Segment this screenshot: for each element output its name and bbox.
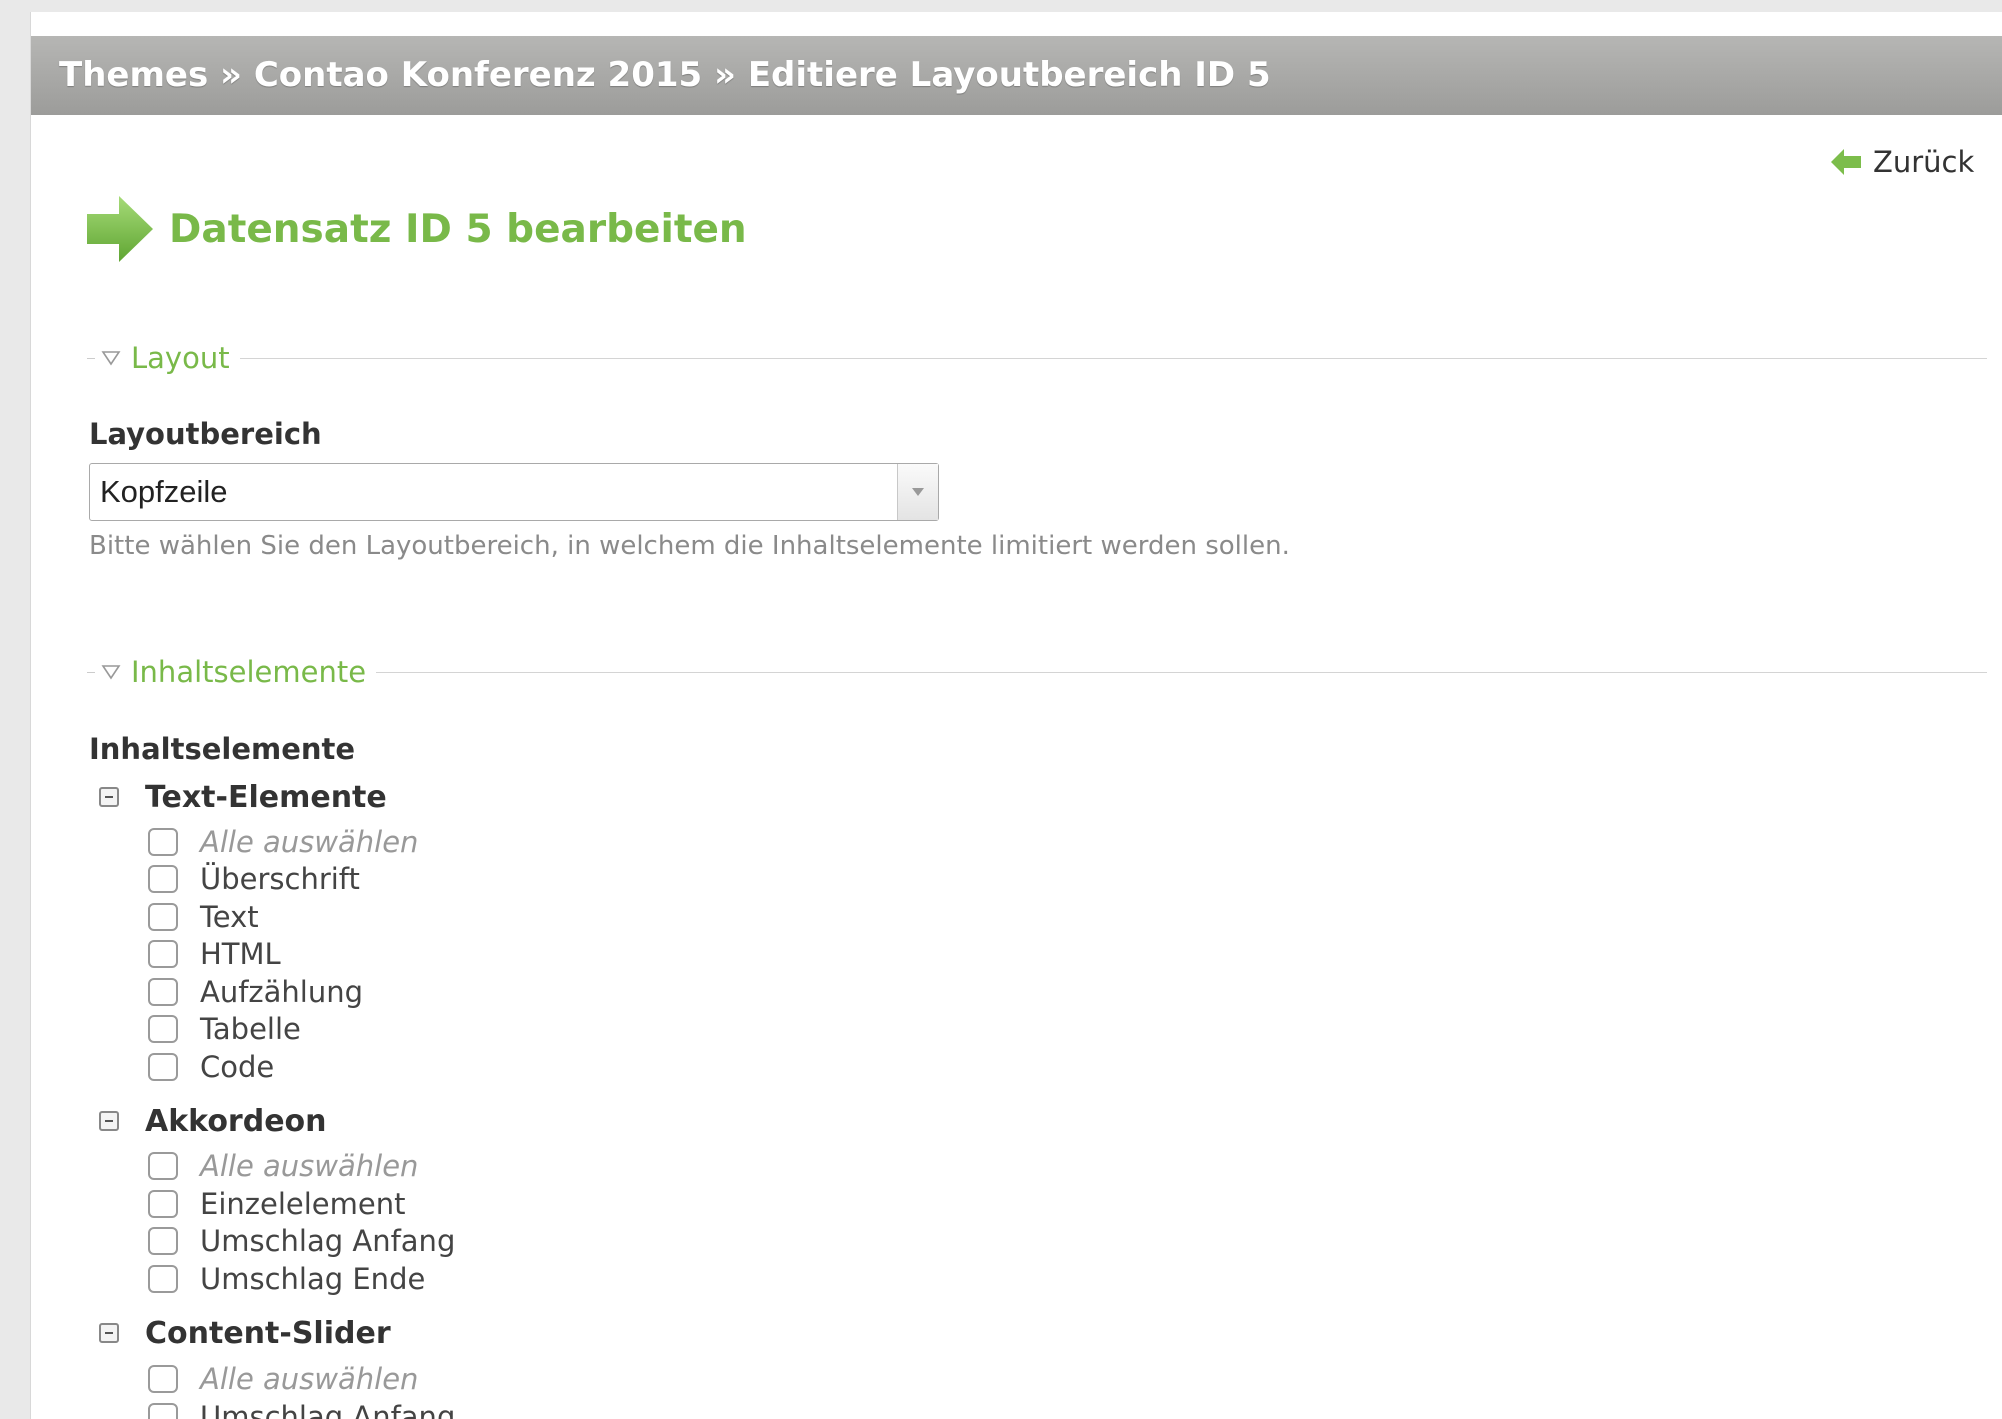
- checkbox[interactable]: [148, 903, 178, 931]
- group-header: Content-Slider: [99, 1313, 391, 1353]
- section-rule: [376, 671, 1987, 673]
- checkbox-label: Alle auswählen: [200, 825, 419, 859]
- group-header: Text-Elemente: [99, 777, 387, 817]
- checkbox[interactable]: [148, 1015, 178, 1043]
- checkbox-label: Umschlag Ende: [200, 1262, 426, 1296]
- checkbox[interactable]: [148, 1227, 178, 1255]
- checkbox[interactable]: [148, 1403, 178, 1419]
- section-rule: [239, 357, 1987, 359]
- page-headline: Datensatz ID 5 bearbeiten: [87, 194, 747, 264]
- checkbox-label: Aufzählung: [200, 975, 364, 1009]
- checkbox-option[interactable]: Code: [148, 1050, 274, 1084]
- triangle-down-icon: [101, 351, 121, 366]
- section-title-layout: Layout: [131, 341, 230, 375]
- checkbox-option[interactable]: Einzelelement: [148, 1187, 405, 1221]
- checkbox-label: HTML: [200, 937, 281, 971]
- checkbox[interactable]: [148, 1053, 178, 1081]
- green-arrow-right-icon: [87, 196, 153, 262]
- section-legend-layout[interactable]: Layout: [87, 338, 1987, 378]
- checkbox-option[interactable]: Alle auswählen: [148, 825, 418, 859]
- checkbox-label: Code: [200, 1050, 275, 1084]
- legend-dash: [87, 357, 95, 359]
- minus-square-icon[interactable]: [99, 1323, 119, 1343]
- checkbox-option[interactable]: HTML: [148, 937, 281, 971]
- checkbox[interactable]: [148, 978, 178, 1006]
- checkbox[interactable]: [148, 1365, 178, 1393]
- checkbox-option[interactable]: Umschlag Ende: [148, 1262, 425, 1296]
- checkbox-label: Einzelelement: [200, 1187, 406, 1221]
- page-title: Datensatz ID 5 bearbeiten: [169, 206, 747, 252]
- group-name: Text-Elemente: [145, 779, 387, 815]
- layout-select[interactable]: Kopfzeile: [89, 463, 939, 521]
- checkbox-option[interactable]: Alle auswählen: [148, 1149, 418, 1183]
- checkbox-option[interactable]: Umschlag Anfang: [148, 1400, 455, 1419]
- checkbox-option[interactable]: Umschlag Anfang: [148, 1224, 455, 1258]
- checkbox-label: Überschrift: [200, 862, 360, 896]
- checkbox[interactable]: [148, 828, 178, 856]
- legend-dash: [87, 671, 95, 673]
- minus-square-icon[interactable]: [99, 787, 119, 807]
- section-legend-content[interactable]: Inhaltselemente: [87, 652, 1987, 692]
- triangle-down-icon: [101, 665, 121, 680]
- select-arrow[interactable]: [897, 464, 938, 520]
- checkbox-label: Text: [200, 900, 259, 934]
- checkbox-option[interactable]: Überschrift: [148, 862, 360, 896]
- checkbox[interactable]: [148, 1190, 178, 1218]
- checkbox-label: Alle auswählen: [200, 1362, 419, 1396]
- checkbox[interactable]: [148, 940, 178, 968]
- checkbox[interactable]: [148, 1265, 178, 1293]
- checkbox-option[interactable]: Alle auswählen: [148, 1362, 418, 1396]
- checkbox-label: Tabelle: [200, 1012, 301, 1046]
- layout-field-label: Layoutbereich: [89, 417, 322, 451]
- group-name: Akkordeon: [145, 1103, 327, 1139]
- checkbox-label: Umschlag Anfang: [200, 1400, 456, 1419]
- breadcrumb: Themes » Contao Konferenz 2015 » Editier…: [31, 36, 2002, 115]
- back-label: Zurück: [1873, 145, 1975, 179]
- layout-help-text: Bitte wählen Sie den Layoutbereich, in w…: [89, 531, 1290, 561]
- back-button[interactable]: Zurück: [1831, 142, 1974, 182]
- checkbox-label: Alle auswählen: [200, 1149, 419, 1183]
- section-title-content: Inhaltselemente: [131, 655, 367, 689]
- minus-square-icon[interactable]: [99, 1111, 119, 1131]
- edit-panel: Themes » Contao Konferenz 2015 » Editier…: [30, 12, 2002, 1419]
- group-header: Akkordeon: [99, 1101, 327, 1141]
- chevron-down-icon: [912, 488, 924, 496]
- checkbox-option[interactable]: Text: [148, 900, 259, 934]
- checkbox-option[interactable]: Aufzählung: [148, 975, 363, 1009]
- layout-select-value: Kopfzeile: [100, 474, 228, 509]
- green-arrow-left-icon: [1831, 149, 1861, 175]
- checkbox[interactable]: [148, 1152, 178, 1180]
- checkbox[interactable]: [148, 865, 178, 893]
- checkbox-label: Umschlag Anfang: [200, 1224, 456, 1258]
- content-field-label: Inhaltselemente: [89, 732, 356, 766]
- group-name: Content-Slider: [145, 1315, 391, 1351]
- checkbox-option[interactable]: Tabelle: [148, 1012, 301, 1046]
